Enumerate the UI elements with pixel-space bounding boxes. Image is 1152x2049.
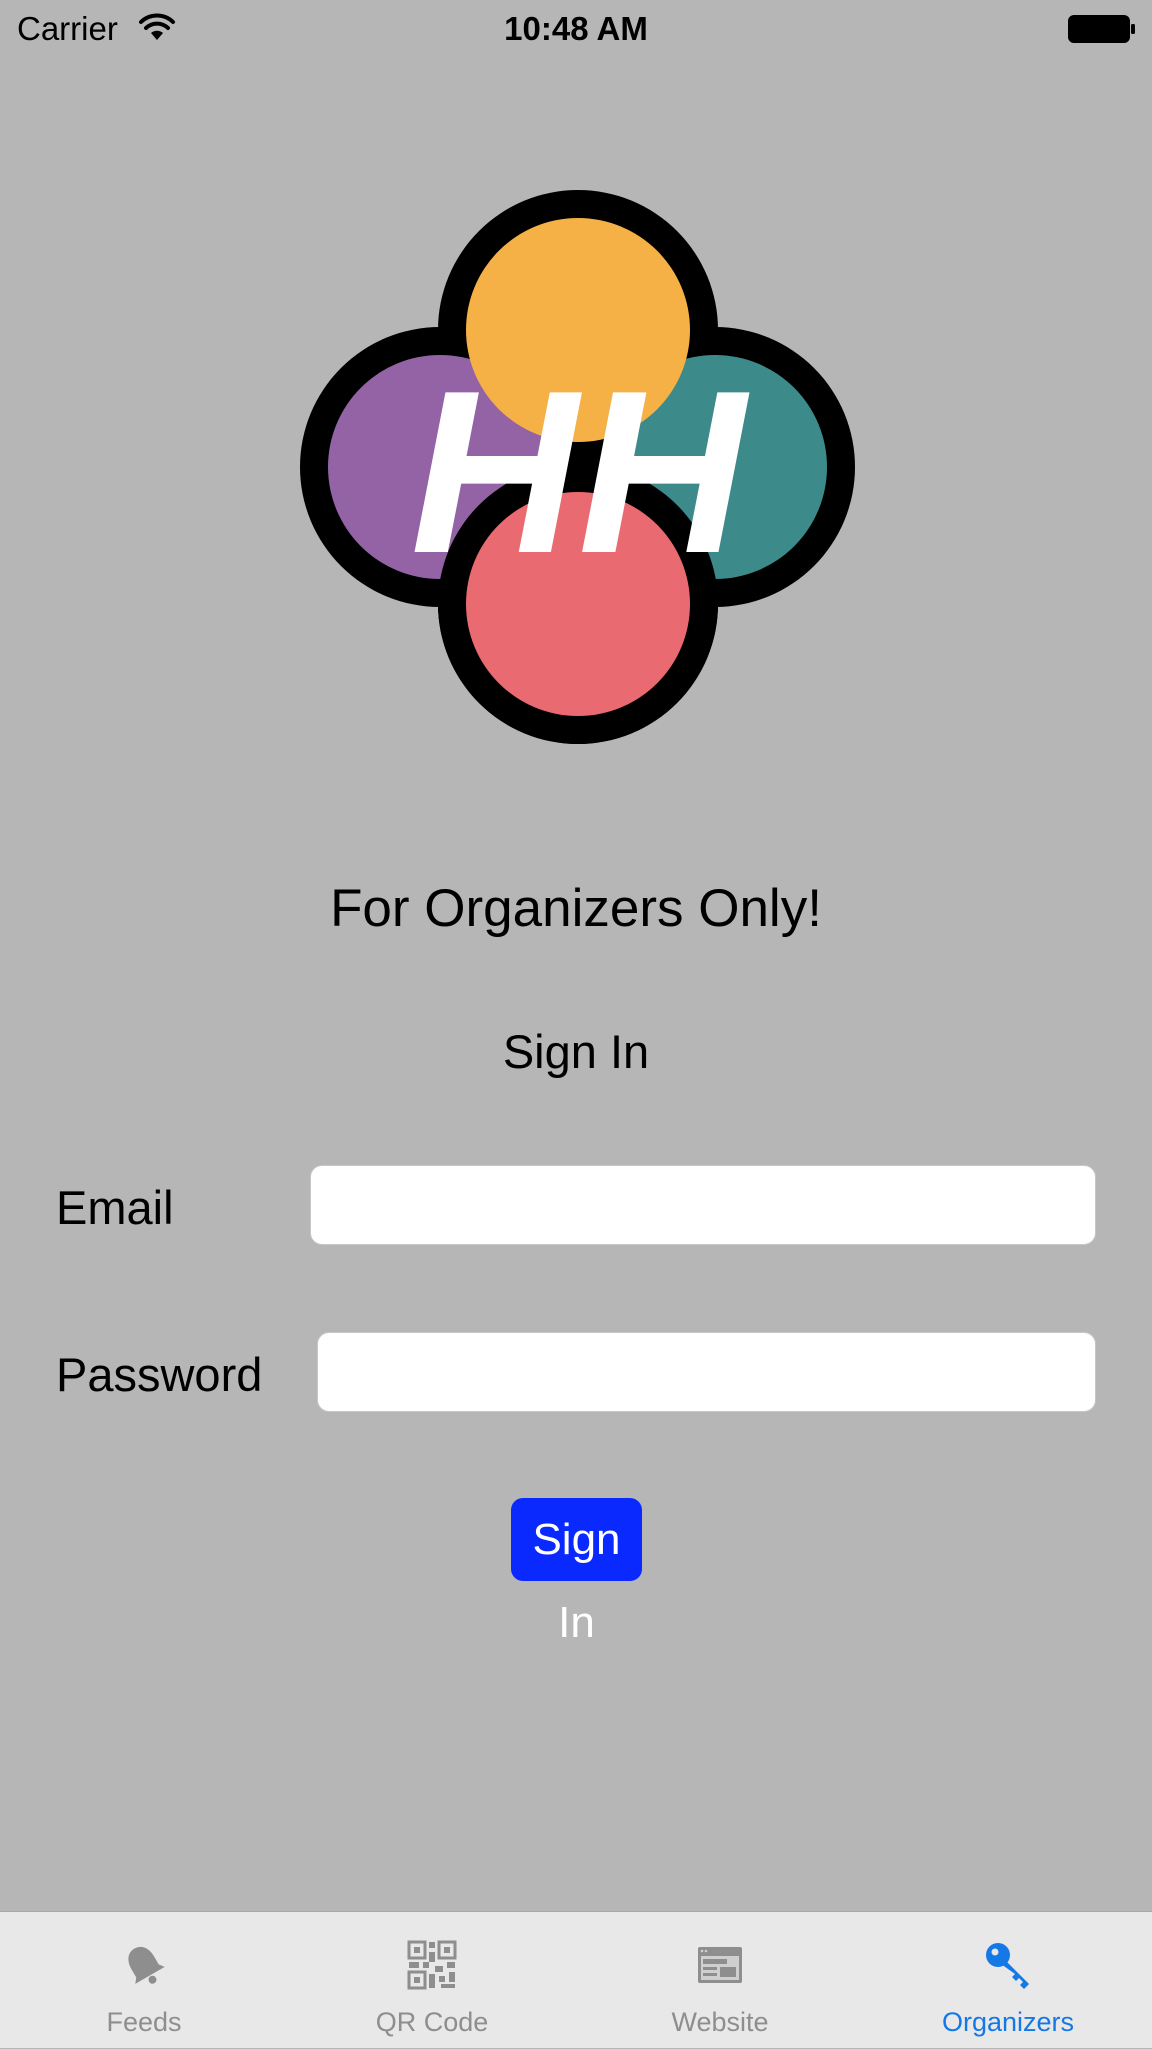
email-label: Email <box>56 1181 174 1234</box>
battery-icon <box>1068 15 1135 43</box>
tab-bar: Feeds QR Code Website Organizers <box>0 1911 1152 2048</box>
sign-in-title: Sign In <box>502 1025 650 1078</box>
tab-qr-code[interactable]: QR Code <box>288 1912 576 2049</box>
qr-code-icon <box>407 1940 457 1990</box>
page-heading: For Organizers Only! <box>330 879 822 938</box>
key-icon <box>986 1943 1029 1989</box>
status-time: 10:48 AM <box>504 10 648 47</box>
tab-website[interactable]: Website <box>576 1912 864 2049</box>
sign-in-button[interactable]: Sign In <box>511 1498 642 1647</box>
browser-window-icon <box>698 1947 742 1983</box>
email-field[interactable] <box>310 1165 1096 1245</box>
tab-feeds[interactable]: Feeds <box>0 1912 288 2049</box>
tab-organizers[interactable]: Organizers <box>864 1912 1152 2049</box>
status-bar: Carrier 10:48 AM <box>0 0 1152 58</box>
logo-text: HH <box>410 343 750 602</box>
tab-label: QR Code <box>375 2007 489 2037</box>
tab-label: Organizers <box>941 2007 1075 2037</box>
password-label: Password <box>56 1348 263 1401</box>
tab-label: Website <box>671 2007 769 2037</box>
password-field[interactable] <box>317 1332 1096 1412</box>
app-logo: HH <box>300 190 855 744</box>
tab-label: Feeds <box>106 2007 182 2037</box>
bell-icon <box>128 1946 165 1984</box>
